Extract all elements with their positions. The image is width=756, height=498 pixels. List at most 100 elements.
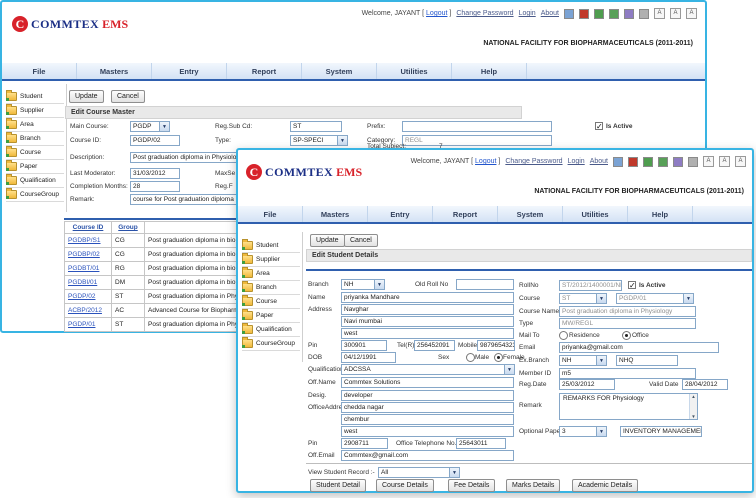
theme-swatch[interactable] (624, 9, 634, 19)
login-link[interactable]: Login (519, 10, 536, 17)
logout-link[interactable]: Logout (426, 10, 447, 17)
logout-link[interactable]: Logout (475, 158, 496, 165)
course-id-link[interactable]: PGDP/01 (68, 321, 95, 328)
office-address-line1-field[interactable]: chedda nagar (341, 402, 514, 413)
font-size-button[interactable]: A (735, 156, 746, 167)
optional-paper-select[interactable]: 3▼ (559, 426, 607, 437)
is-active-checkbox[interactable]: ✓ (628, 281, 636, 289)
theme-swatch[interactable] (673, 157, 683, 167)
theme-swatch[interactable] (594, 9, 604, 19)
menu-system[interactable]: System (498, 206, 563, 222)
course-id-link[interactable]: PGDBP/S1 (68, 237, 101, 244)
cancel-button[interactable]: Cancel (111, 90, 145, 103)
menu-report[interactable]: Report (227, 63, 302, 79)
last-moderator-field[interactable]: 31/03/2012 (130, 168, 180, 179)
category-field[interactable]: REGL (402, 135, 552, 146)
theme-swatch[interactable] (639, 9, 649, 19)
theme-swatch[interactable] (628, 157, 638, 167)
sex-female-radio[interactable] (494, 353, 503, 362)
menu-file[interactable]: File (238, 206, 303, 222)
old-roll-no-field[interactable] (456, 279, 514, 290)
sidebar-item-qualification[interactable]: Qualification (242, 323, 300, 337)
course-id-link[interactable]: PGDBI/01 (68, 279, 97, 286)
reg-sub-cd-field[interactable]: ST (290, 121, 342, 132)
menu-utilities[interactable]: Utilities (563, 206, 628, 222)
academic-details-button[interactable]: Academic Details (572, 479, 638, 492)
menu-system[interactable]: System (302, 63, 377, 79)
theme-swatch[interactable] (613, 157, 623, 167)
tel-r-field[interactable]: 256452091 (414, 340, 455, 351)
sidebar-item-coursegroup[interactable]: CourseGroup (6, 188, 64, 202)
menu-masters[interactable]: Masters (303, 206, 368, 222)
office-address-line3-field[interactable]: west (341, 426, 514, 437)
sidebar-item-area[interactable]: Area (6, 118, 64, 132)
font-size-button[interactable]: A (719, 156, 730, 167)
address-line1-field[interactable]: Navghar (341, 304, 514, 315)
sidebar-item-course[interactable]: Course (242, 295, 300, 309)
sidebar-item-branch[interactable]: Branch (242, 281, 300, 295)
font-size-button[interactable]: A (654, 8, 665, 19)
member-id-field[interactable]: m5 (559, 368, 696, 379)
office-pin-field[interactable]: 2908711 (341, 438, 388, 449)
view-record-select[interactable]: All▼ (378, 467, 460, 478)
fee-details-button[interactable]: Fee Details (448, 479, 495, 492)
course-details-button[interactable]: Course Details (376, 479, 434, 492)
off-email-field[interactable]: Commtex@gmail.com (341, 450, 514, 461)
menu-help[interactable]: Help (628, 206, 693, 222)
course-id-select[interactable]: PGDP/01▼ (616, 293, 694, 304)
student-detail-button[interactable]: Student Detail (310, 479, 366, 492)
roll-no-field[interactable]: ST/2012/1400001/NH (559, 280, 622, 291)
type-select[interactable]: SP-SPECI▼ (290, 135, 348, 146)
font-size-button[interactable]: A (703, 156, 714, 167)
reg-date-field[interactable]: 25/03/2012 (559, 379, 615, 390)
change-password-link[interactable]: Change Password (456, 10, 513, 17)
theme-swatch[interactable] (643, 157, 653, 167)
menu-entry[interactable]: Entry (368, 206, 433, 222)
sidebar-item-course[interactable]: Course (6, 146, 64, 160)
sex-male-radio[interactable] (466, 353, 475, 362)
change-password-link[interactable]: Change Password (505, 158, 562, 165)
sidebar-item-supplier[interactable]: Supplier (6, 104, 64, 118)
course-id-link[interactable]: PGDBP/02 (68, 251, 100, 258)
course-id-field[interactable]: PGDP/02 (130, 135, 180, 146)
pin-field[interactable]: 300901 (341, 340, 387, 351)
dob-field[interactable]: 04/12/1991 (341, 352, 396, 363)
theme-swatch[interactable] (658, 157, 668, 167)
main-course-select[interactable]: PGDP▼ (130, 121, 170, 132)
office-address-line2-field[interactable]: chembur (341, 414, 514, 425)
sidebar-item-student[interactable]: Student (6, 90, 64, 104)
scroll-down-icon[interactable]: ▼ (691, 414, 695, 419)
scroll-up-icon[interactable]: ▲ (691, 394, 695, 399)
branch-select[interactable]: NH▼ (341, 279, 385, 290)
menu-help[interactable]: Help (452, 63, 527, 79)
name-field[interactable]: priyanka Mandhare (341, 292, 514, 303)
sidebar-item-coursegroup[interactable]: CourseGroup (242, 337, 300, 351)
font-size-button[interactable]: A (670, 8, 681, 19)
desig-field[interactable]: developer (341, 390, 514, 401)
theme-swatch[interactable] (609, 9, 619, 19)
course-id-link[interactable]: PGDBT/01 (68, 265, 99, 272)
mail-to-residence-radio[interactable] (559, 331, 568, 340)
menu-entry[interactable]: Entry (152, 63, 227, 79)
remark-textarea[interactable]: REMARKS FOR Physiology▲▼ (559, 393, 698, 420)
menu-report[interactable]: Report (433, 206, 498, 222)
menu-masters[interactable]: Masters (77, 63, 152, 79)
sidebar-item-student[interactable]: Student (242, 239, 300, 253)
scrollbar[interactable]: ▲▼ (689, 394, 697, 419)
menu-utilities[interactable]: Utilities (377, 63, 452, 79)
course-id-link[interactable]: ACBP/2012 (68, 307, 102, 314)
update-button[interactable]: Update (310, 234, 345, 247)
theme-swatch[interactable] (579, 9, 589, 19)
qualification-select[interactable]: ADCSSA▼ (341, 364, 515, 375)
about-link[interactable]: About (541, 10, 559, 17)
type-field[interactable]: MW/REGL (559, 318, 696, 329)
col-course-id[interactable]: Course ID (65, 222, 112, 234)
course-name-field[interactable]: Post graduation diploma in Physiology (559, 306, 696, 317)
sidebar-item-paper[interactable]: Paper (242, 309, 300, 323)
theme-swatch[interactable] (564, 9, 574, 19)
sidebar-item-area[interactable]: Area (242, 267, 300, 281)
completion-months-field[interactable]: 28 (130, 181, 180, 192)
prefix-field[interactable] (402, 121, 552, 132)
theme-swatch[interactable] (688, 157, 698, 167)
ex-branch-select[interactable]: NH▼ (559, 355, 607, 366)
